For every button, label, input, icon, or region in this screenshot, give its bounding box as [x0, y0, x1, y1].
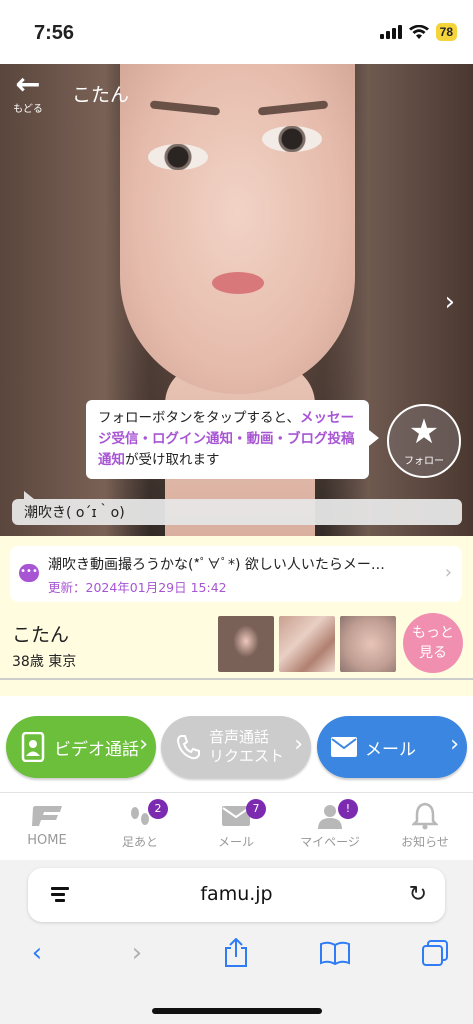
home-indicator	[152, 1008, 322, 1014]
status-time: 7:56	[34, 22, 75, 44]
tab-mypage-label: マイページ	[300, 835, 360, 849]
phone-video-icon	[20, 732, 46, 762]
share-icon[interactable]	[219, 936, 253, 970]
profile-age-location: 38歳 東京	[12, 654, 77, 670]
user-icon: !	[290, 799, 370, 833]
tab-mail-label: メール	[217, 835, 254, 849]
url-text: famu.jp	[200, 883, 273, 905]
bell-icon	[385, 799, 465, 833]
contact-actions: ビデオ通話 › 音声通話 リクエスト › メール ›	[0, 712, 473, 782]
footprints-badge: 2	[148, 799, 168, 819]
status-message-bubble: 潮吹き( ο´ɪ｀ο)	[12, 491, 462, 525]
tab-notifications-label: お知らせ	[401, 835, 449, 849]
mail-badge: 7	[246, 799, 266, 819]
back-button[interactable]: ← もどる	[8, 70, 48, 118]
wifi-icon	[408, 24, 429, 39]
chevron-right-icon: ›	[444, 562, 452, 583]
latest-post-text: 潮吹き動画撮ろうかな(*ﾟ∀ﾟ*) 欲しい人いたらメー…	[48, 557, 385, 573]
battery-indicator: 78	[435, 23, 457, 41]
mail-icon: 7	[196, 799, 276, 833]
browser-back-icon[interactable]: ‹	[20, 936, 54, 970]
bookmarks-icon[interactable]	[318, 936, 352, 970]
browser-forward-icon[interactable]: ›	[120, 936, 154, 970]
star-icon: ★	[408, 412, 440, 452]
video-call-button[interactable]: ビデオ通話 ›	[6, 716, 156, 778]
home-logo-icon	[7, 799, 87, 833]
photo-thumbnail[interactable]	[218, 616, 274, 672]
back-label: もどる	[13, 104, 43, 115]
follow-label: フォロー	[404, 456, 444, 467]
tab-home-label: HOME	[27, 833, 67, 848]
tab-mail[interactable]: 7 メール	[196, 799, 276, 850]
back-arrow-icon: ←	[15, 67, 41, 102]
voice-call-request-button[interactable]: 音声通話 リクエスト ›	[161, 716, 311, 778]
next-photo-chevron-icon[interactable]: ›	[445, 287, 455, 317]
chevron-right-icon: ›	[139, 732, 148, 757]
browser-toolbar: famu.jp ↻ ‹ ›	[0, 860, 473, 1024]
follow-tooltip: フォローボタンをタップすると、メッセージ受信・ログイン通知・動画・ブログ投稿通知…	[86, 400, 379, 479]
bottom-tab-bar: HOME 2 足あと 7 メール ! マイページ お知らせ	[0, 792, 473, 860]
photo-eye-left	[148, 144, 208, 170]
envelope-icon	[331, 732, 357, 762]
follow-tip-text-1: フォローボタンをタップすると、	[98, 410, 300, 426]
address-bar[interactable]: famu.jp ↻	[28, 868, 445, 922]
tab-mypage[interactable]: ! マイページ	[290, 799, 370, 850]
latest-post-card[interactable]: ••• 潮吹き動画撮ろうかな(*ﾟ∀ﾟ*) 欲しい人いたらメー… 更新：2024…	[10, 546, 462, 602]
tab-home[interactable]: HOME	[7, 799, 87, 848]
chevron-right-icon: ›	[294, 732, 303, 757]
reload-icon[interactable]: ↻	[409, 882, 427, 907]
chat-bubble-icon: •••	[19, 564, 39, 582]
mail-button[interactable]: メール ›	[317, 716, 467, 778]
more-photos-button[interactable]: もっと見る	[403, 613, 463, 673]
mypage-badge: !	[338, 799, 358, 819]
photo-eye-right	[262, 126, 322, 152]
follow-tip-text-2: が受け取れます	[125, 452, 220, 468]
signal-icon	[379, 25, 402, 39]
tab-footprints-label: 足あと	[121, 835, 158, 849]
footprints-icon: 2	[100, 799, 180, 833]
phone-icon	[175, 732, 201, 762]
photo-face	[120, 64, 355, 394]
mail-label: メール	[365, 739, 416, 760]
voice-call-label: 音声通話 リクエスト	[209, 728, 284, 766]
photo-lips	[212, 272, 264, 294]
photo-thumbnail[interactable]	[340, 616, 396, 672]
voice-call-line1: 音声通話	[209, 728, 270, 746]
status-bar: 7:56 78	[0, 0, 473, 64]
follow-button[interactable]: ★ フォロー	[387, 404, 461, 478]
latest-post-date: 更新：2024年01月29日 15:42	[48, 580, 227, 595]
page-title: こたん	[72, 84, 130, 106]
tabs-icon[interactable]	[418, 936, 452, 970]
tab-footprints[interactable]: 2 足あと	[100, 799, 180, 850]
tab-notifications[interactable]: お知らせ	[385, 799, 465, 850]
profile-name: こたん	[12, 624, 70, 646]
profile-summary: こたん 38歳 東京	[0, 610, 473, 680]
video-call-label: ビデオ通話	[54, 739, 139, 760]
status-icons: 78	[379, 23, 457, 41]
voice-call-line2: リクエスト	[209, 747, 285, 765]
chevron-right-icon: ›	[450, 732, 459, 757]
photo-thumbnail[interactable]	[279, 616, 335, 672]
